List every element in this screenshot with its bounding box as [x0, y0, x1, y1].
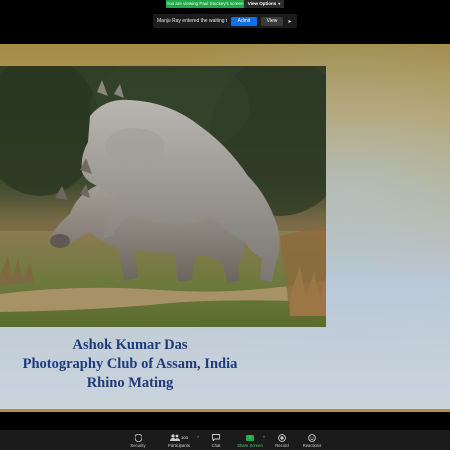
slide-border: [0, 409, 450, 412]
caret-up-icon[interactable]: ˄: [263, 435, 265, 440]
view-options-button[interactable]: View Options ▾: [244, 0, 284, 8]
share-screen-icon: ↑: [246, 433, 254, 443]
caption-line-club: Photography Club of Assam, India: [22, 356, 238, 372]
caret-up-icon[interactable]: ˄: [197, 435, 199, 440]
participants-label: Participants: [168, 442, 190, 448]
record-label: Record: [275, 442, 289, 448]
chat-icon: [212, 433, 220, 443]
rhino-photo: [0, 66, 326, 327]
share-screen-label: Share Screen: [237, 442, 263, 448]
chevron-down-icon: ▾: [278, 1, 281, 6]
viewing-status-text: You are viewing Paul Stuckey's screen: [166, 0, 244, 8]
security-button[interactable]: Security: [125, 430, 151, 450]
chat-label: Chat: [211, 442, 221, 448]
participants-icon: 103: [170, 433, 188, 443]
participants-count: 103: [181, 435, 188, 440]
reactions-icon: [308, 433, 316, 443]
more-options-icon[interactable]: ▸: [287, 18, 293, 25]
view-options-label: View Options: [247, 1, 277, 6]
reactions-button[interactable]: Reactions: [299, 430, 325, 450]
shield-icon: [134, 433, 142, 443]
meeting-toolbar: Security 103 Participants ˄ Chat ↑ Share…: [0, 430, 450, 450]
record-icon: [278, 433, 286, 443]
slide-caption: Ashok Kumar Das Photography Club of Assa…: [0, 336, 260, 393]
view-waiting-room-button[interactable]: View: [261, 16, 283, 26]
waiting-room-message: Manju Ray entered the waiting room: [157, 18, 227, 24]
share-screen-button[interactable]: ↑ Share Screen ˄: [235, 430, 265, 450]
chat-button[interactable]: Chat: [205, 430, 227, 450]
rhino-photo-image: [0, 66, 326, 327]
caption-line-title: Rhino Mating: [86, 375, 174, 391]
security-label: Security: [130, 442, 146, 448]
shared-screen: Ashok Kumar Das Photography Club of Assa…: [0, 44, 450, 412]
waiting-room-notification: Manju Ray entered the waiting room Admit…: [153, 14, 297, 28]
screen-share-banner: You are viewing Paul Stuckey's screen Vi…: [166, 0, 284, 8]
reactions-label: Reactions: [302, 442, 322, 448]
participants-button[interactable]: 103 Participants ˄: [159, 430, 199, 450]
caption-line-author: Ashok Kumar Das: [72, 337, 188, 353]
record-button[interactable]: Record: [271, 430, 293, 450]
admit-button[interactable]: Admit: [231, 16, 257, 26]
